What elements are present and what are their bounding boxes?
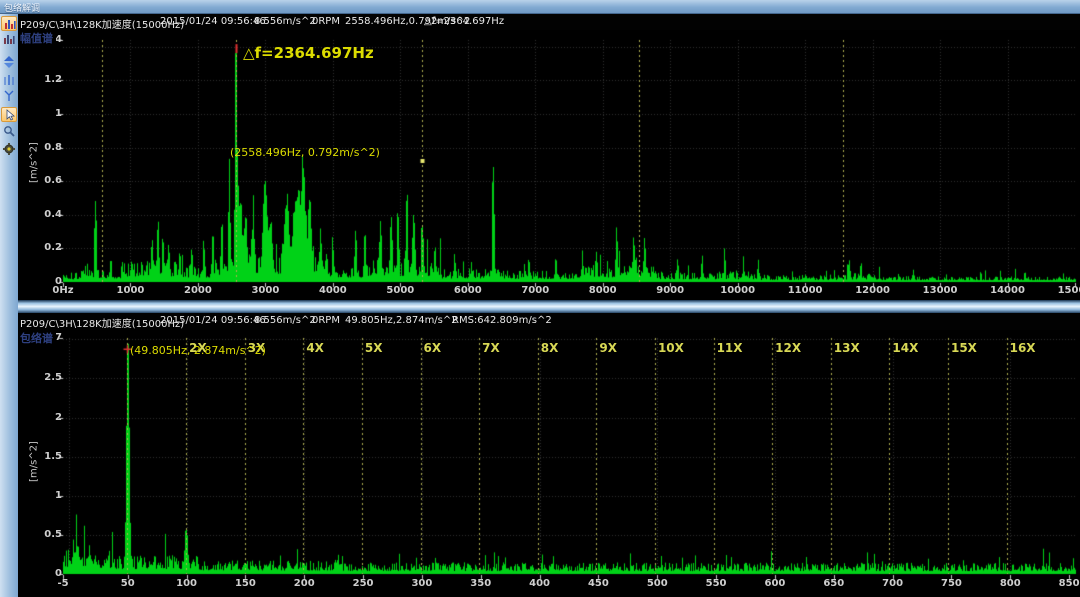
x-tick-label: 250 <box>353 578 374 589</box>
x-tick-label: 3000 <box>251 285 279 296</box>
x-tick-label: 450 <box>588 578 609 589</box>
harmonic-label: 10X <box>658 341 684 355</box>
harmonic-label: 6X <box>424 341 442 355</box>
x-tick-label: 11000 <box>788 285 823 296</box>
y-tick-label: 0.8 <box>18 142 62 153</box>
x-tick-label: 300 <box>411 578 432 589</box>
amplitude-spectrum-chart: [m/s^2] 幅值谱 0Hz1000200030004000500060007… <box>18 30 1080 300</box>
x-tick-label: 7000 <box>521 285 549 296</box>
x-tick-label: 600 <box>764 578 785 589</box>
x-tick-label: -5 <box>57 578 68 589</box>
envelope-spectrum-canvas[interactable] <box>18 330 1080 597</box>
harmonic-label: 4X <box>306 341 324 355</box>
x-tick-label: 400 <box>529 578 550 589</box>
y-tick-label: 0.2 <box>18 242 62 253</box>
top-plot-header: P209/C\3H\128K加速度(15000Hz) 2015/01/24 09… <box>18 14 1080 30</box>
app-window: 包络解调 P209/C\3H\128K加速度(15000Hz) 2015/01/… <box>0 0 1080 597</box>
y-tick-label: 0 <box>18 276 62 287</box>
pointer-tool-icon[interactable] <box>1 107 17 122</box>
chart-annotation: (49.805Hz, 2.874m/s^2) <box>130 344 266 357</box>
delta-f-readout: △f=2364.697Hz <box>424 16 504 27</box>
x-tick-label: 800 <box>1000 578 1021 589</box>
x-tick-label: 4000 <box>319 285 347 296</box>
cursor-readout: 49.805Hz,2.874m/s^2 <box>345 315 458 326</box>
window-titlebar: 包络解调 <box>0 0 1080 14</box>
x-tick-label: 150 <box>235 578 256 589</box>
x-tick-label: 500 <box>647 578 668 589</box>
harmonic-label: 9X <box>599 341 617 355</box>
x-tick-label: 100 <box>176 578 197 589</box>
y-tick-label: 0.5 <box>18 529 62 540</box>
panel-type-label: 幅值谱 <box>20 30 56 48</box>
amplitude-spectrum-canvas[interactable] <box>18 30 1080 300</box>
harmonic-label: 7X <box>482 341 500 355</box>
x-tick-label: 2000 <box>184 285 212 296</box>
settings-icon[interactable] <box>1 142 17 157</box>
overall-value: 8.556m/s^2 <box>254 16 316 27</box>
timestamp: 2015/01/24 09:56:46 <box>160 16 266 27</box>
window-title: 包络解调 <box>4 1 40 14</box>
x-tick-label: 850 <box>1059 578 1080 589</box>
x-tick-label: 6000 <box>454 285 482 296</box>
panel-splitter[interactable] <box>18 300 1080 313</box>
harmonic-label: 16X <box>1010 341 1036 355</box>
spectrum-panel-top: P209/C\3H\128K加速度(15000Hz) 2015/01/24 09… <box>18 14 1080 300</box>
rms-readout: RMS:642.809m/s^2 <box>452 315 552 326</box>
y-tick-label: 2.5 <box>18 372 62 383</box>
panel-type-label: 包络谱 <box>20 330 56 348</box>
x-tick-label: 8000 <box>589 285 617 296</box>
x-tick-label: 750 <box>941 578 962 589</box>
x-tick-label: 5000 <box>386 285 414 296</box>
x-tick-label: 1000 <box>117 285 145 296</box>
y-tick-label: 2 <box>18 412 62 423</box>
harmonic-label: 12X <box>775 341 801 355</box>
zoom-tool-icon[interactable] <box>1 124 17 139</box>
y-tick-label: 1.2 <box>18 74 62 85</box>
y-tick-label: 0 <box>18 568 62 579</box>
left-toolbar <box>0 14 18 597</box>
y-tick-label: 1 <box>18 490 62 501</box>
x-tick-label: 15000 <box>1058 285 1080 296</box>
harmonic-label: 15X <box>951 341 977 355</box>
rpm-value: 0RPM <box>312 16 340 27</box>
navigate-updown-icon[interactable] <box>1 55 17 70</box>
y-tick-label: 0.6 <box>18 175 62 186</box>
envelope-spectrum-chart: [m/s^2] 包络谱 2X3X4X5X6X7X8X9X10X11X12X13X… <box>18 330 1080 597</box>
x-tick-label: 12000 <box>855 285 890 296</box>
spectrum-compare-icon[interactable] <box>1 32 17 47</box>
y-tick-label: 0.4 <box>18 209 62 220</box>
x-tick-label: 350 <box>470 578 491 589</box>
rpm-value: 0RPM <box>312 315 340 326</box>
x-tick-label: 200 <box>294 578 315 589</box>
sideband-cursor-icon[interactable] <box>1 73 17 88</box>
x-tick-label: 9000 <box>656 285 684 296</box>
x-tick-label: 700 <box>882 578 903 589</box>
bottom-plot-header: P209/C\3H\128K加速度(15000Hz) 2015/01/24 09… <box>18 313 1080 330</box>
overall-value: 8.556m/s^2 <box>254 315 316 326</box>
spectrum-panel-bottom: P209/C\3H\128K加速度(15000Hz) 2015/01/24 09… <box>18 313 1080 597</box>
harmonic-label: 14X <box>892 341 918 355</box>
x-tick-label: 550 <box>706 578 727 589</box>
x-tick-label: 10000 <box>720 285 755 296</box>
y-tick-label: 1.5 <box>18 451 62 462</box>
chart-annotation: △f=2364.697Hz <box>243 44 374 62</box>
harmonic-cursor-icon[interactable] <box>1 89 17 104</box>
harmonic-label: 11X <box>717 341 743 355</box>
x-tick-label: 650 <box>823 578 844 589</box>
chart-annotation: (2558.496Hz, 0.792m/s^2) <box>230 146 380 159</box>
amplitude-spectrum-icon[interactable] <box>1 16 17 31</box>
y-tick-label: 1 <box>18 108 62 119</box>
harmonic-label: 13X <box>834 341 860 355</box>
x-tick-label: 14000 <box>990 285 1025 296</box>
x-tick-label: 13000 <box>923 285 958 296</box>
timestamp: 2015/01/24 09:56:46 <box>160 315 266 326</box>
x-tick-label: 50 <box>121 578 135 589</box>
harmonic-label: 8X <box>541 341 559 355</box>
harmonic-label: 5X <box>365 341 383 355</box>
